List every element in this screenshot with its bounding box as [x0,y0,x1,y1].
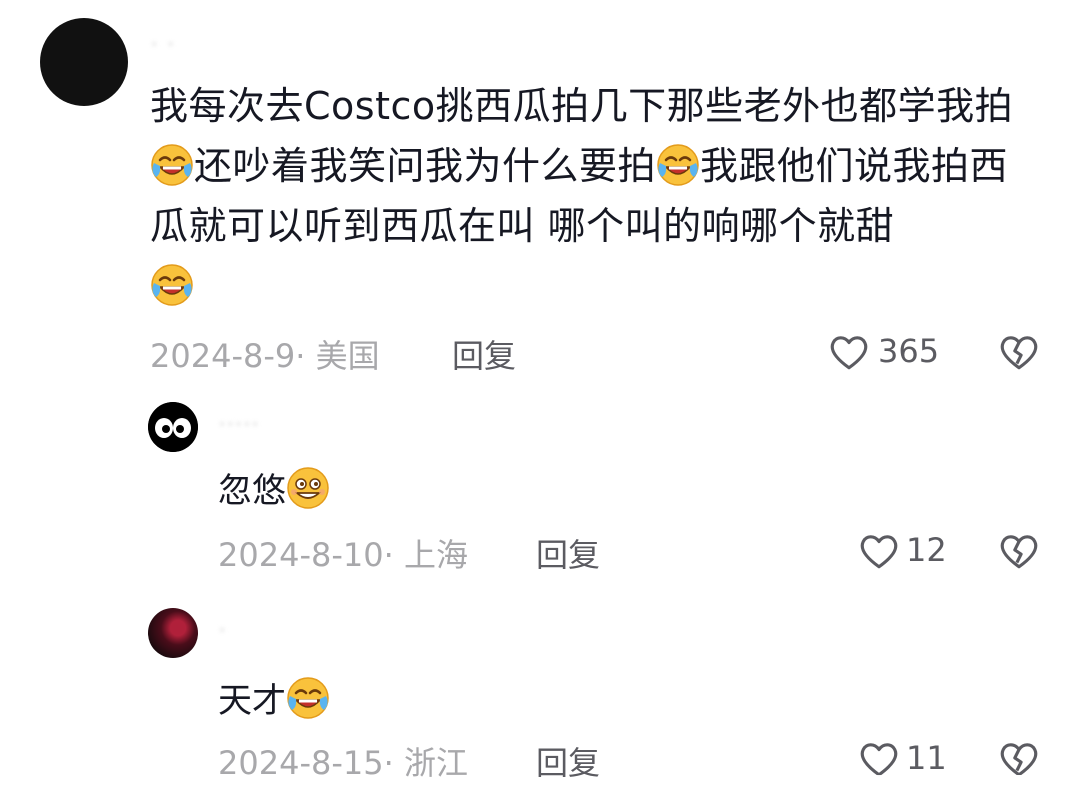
broken-heart-icon [1000,743,1038,777]
like-count: 12 [906,531,947,569]
watermark-overlay [802,775,1072,809]
avatar-eyes-icon [148,402,198,452]
reply-button[interactable]: 回复 [452,331,516,377]
like-button[interactable] [858,738,900,780]
reply-meta: 2024-8-10· 上海 [218,536,468,574]
crying-laughing-emoji [286,676,330,720]
reply-text-body: 天才 [218,681,286,721]
dislike-button[interactable] [998,331,1040,373]
dislike-button[interactable] [998,530,1040,572]
crying-laughing-emoji [656,143,700,187]
reply-meta: 2024-8-15· 浙江 [218,744,468,782]
like-count: 365 [878,332,940,370]
like-count: 11 [906,739,947,777]
reply-text-body: 忽悠 [218,471,286,511]
like-button[interactable] [858,530,900,572]
comment-text: 我每次去Costco挑西瓜拍几下那些老外也都学我拍还吵着我笑问我为什么要拍 我跟他… [150,76,1030,316]
reply-text: 天才 [218,676,330,723]
broken-heart-icon [1000,336,1038,370]
reply-avatar[interactable] [148,402,198,452]
crying-laughing-emoji [150,143,194,187]
broken-heart-icon [1000,535,1038,569]
dislike-button[interactable] [998,738,1040,780]
avatar[interactable] [40,18,128,106]
reply-button[interactable]: 回复 [536,738,600,784]
heart-icon [860,535,898,569]
reply-button[interactable]: 回复 [536,530,600,576]
comment-text-part: 我每次去Costco挑西瓜拍几下那些老外也都学我拍 [150,84,1014,128]
reply-text: 忽悠 [218,466,330,513]
username-blurred[interactable]: · · [150,30,175,60]
crying-laughing-emoji [150,263,194,307]
like-button[interactable] [828,331,870,373]
comment-meta: 2024-8-9· 美国 [150,337,380,375]
heart-icon [830,336,868,370]
heart-icon [860,743,898,777]
comment-text-part: 还吵着我笑问我为什么要拍 [194,144,657,188]
reply-username-blurred[interactable]: · [218,616,226,646]
reply-avatar[interactable] [148,608,198,658]
grinning-emoji [287,467,329,509]
reply-username-blurred[interactable]: ····· [218,410,259,440]
